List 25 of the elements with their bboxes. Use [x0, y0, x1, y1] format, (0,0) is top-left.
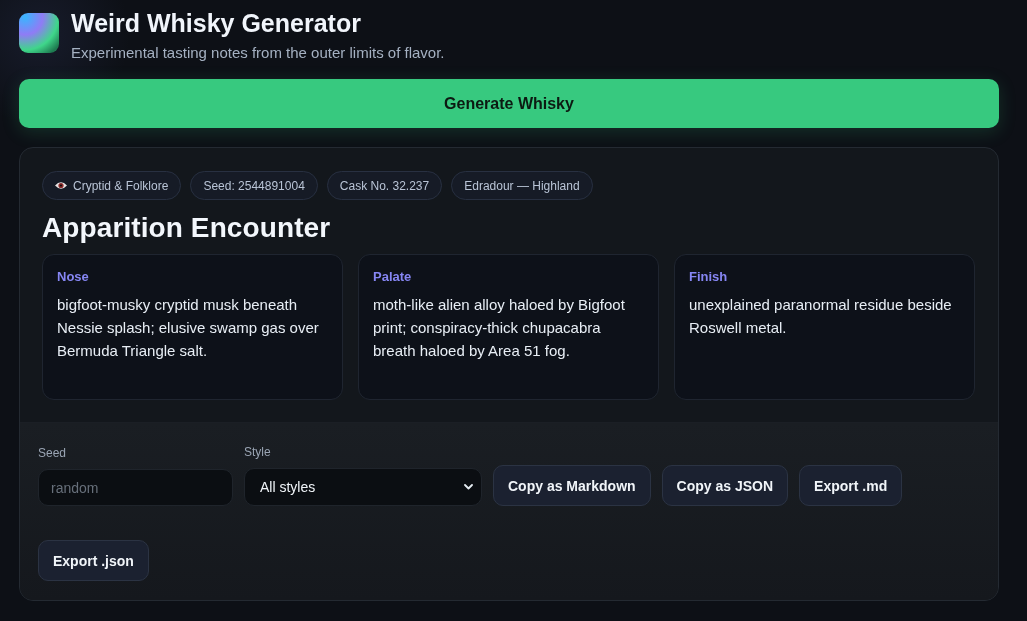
info-tag: Cask No. 32.237	[326, 171, 443, 200]
note-text: bigfoot-musky cryptid musk beneath Nessie splash; elusive swamp gas over Bermuda Triangle salt.	[57, 295, 320, 361]
note-label: Palate	[373, 269, 413, 285]
action-button[interactable]: Export .json	[38, 540, 149, 581]
app-subtitle: Experimental tasting notes from the outer limits of flavor.	[71, 44, 445, 62]
generate-button[interactable]: Generate Whisky	[19, 79, 999, 128]
info-tag: Seed: 2544891004	[190, 171, 318, 200]
chevron-down-icon	[464, 484, 473, 490]
logo-icon	[19, 13, 59, 53]
note-text: unexplained paranormal residue beside Roswell metal.	[689, 295, 953, 338]
note-label: Finish	[689, 269, 729, 285]
seed-label: Seed	[38, 446, 68, 460]
app-title: Weird Whisky Generator	[71, 11, 362, 36]
style-select[interactable]: All styles	[244, 468, 482, 506]
eye-icon	[55, 181, 67, 190]
style-label: Style	[244, 445, 272, 459]
whisky-name: Apparition Encounter	[42, 211, 332, 245]
seed-input[interactable]: random	[38, 469, 233, 506]
info-tag: Edradour — Highland	[451, 171, 593, 200]
tag-label: Cryptid & Folklore	[73, 178, 169, 193]
note-text: moth-like alien alloy haloed by Bigfoot print; conspiracy-thick chupacabra breath haloed by Area 51 fog.	[373, 295, 626, 361]
action-button[interactable]: Export .md	[799, 465, 903, 506]
action-button[interactable]: Copy as Markdown	[493, 465, 651, 506]
note-label: Nose	[57, 269, 90, 285]
action-button[interactable]: Copy as JSON	[661, 465, 789, 506]
